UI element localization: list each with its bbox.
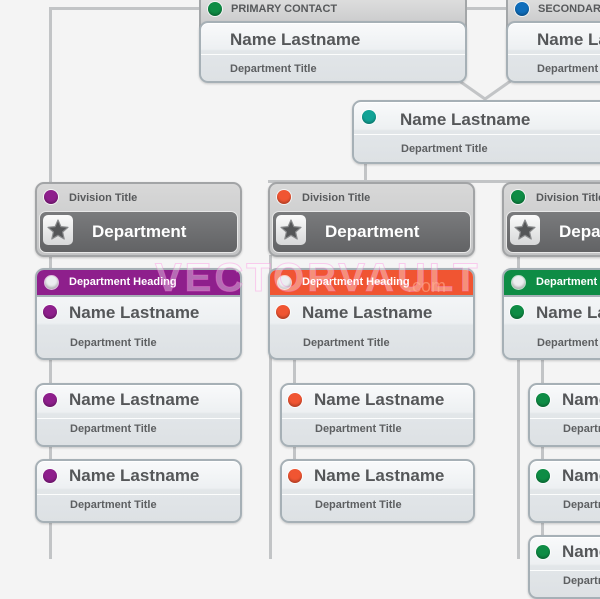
member-card[interactable]: Name Lastname Department Title	[528, 383, 600, 447]
person-name: Name Lastname	[230, 30, 361, 49]
person-name: Name Lastname	[537, 30, 600, 49]
person-title: Department Title	[70, 337, 157, 349]
assistant-card[interactable]: Name Lastname Department Title	[352, 100, 600, 164]
department-label: Department	[325, 222, 420, 241]
secondary-contact-body: Name Lastname Department Title	[506, 21, 600, 83]
department-heading-card[interactable]: Department Heading Name Lastname Departm…	[35, 268, 242, 360]
division-card[interactable]: Division Title Department	[502, 182, 600, 257]
department-heading: Department Heading	[536, 276, 600, 288]
status-dot-teal	[362, 110, 376, 124]
status-dot-white	[45, 276, 58, 289]
status-dot-orange	[277, 190, 291, 204]
department-bar: Department	[39, 211, 238, 253]
person-title: Department Title	[563, 499, 600, 511]
person-title: Department Title	[70, 499, 157, 511]
person-title: Department Title	[563, 423, 600, 435]
person-title: Department Title	[315, 423, 402, 435]
person-title: Department Title	[230, 63, 317, 75]
person-title: Department Title	[537, 63, 600, 75]
star-icon	[276, 215, 306, 245]
status-dot-white	[512, 276, 525, 289]
department-bar: Department	[272, 211, 471, 253]
status-dot-purple	[43, 305, 57, 319]
person-name: Name Lastname	[562, 466, 600, 485]
status-dot-green	[510, 305, 524, 319]
division-title: Division Title	[69, 192, 138, 204]
division-card[interactable]: Division Title Department	[35, 182, 242, 257]
department-heading-card[interactable]: Department Heading Name Lastname Departm…	[268, 268, 475, 360]
status-dot-white	[278, 276, 291, 289]
primary-contact-body: Name Lastname Department Title	[199, 21, 467, 83]
division-card[interactable]: Division Title Department	[268, 182, 475, 257]
person-name: Name Lastname	[562, 542, 600, 561]
secondary-contact-label: SECONDARY CONTACT	[538, 3, 600, 15]
department-bar: Department	[506, 211, 600, 253]
connector-line	[466, 7, 508, 10]
member-card[interactable]: Name Lastname Department Title	[280, 459, 475, 523]
member-card[interactable]: Name Lastname Department Title	[528, 535, 600, 599]
person-title: Department Title	[563, 575, 600, 587]
department-label: Department	[559, 222, 600, 241]
person-name: Name Lastname	[302, 303, 433, 322]
status-dot-green	[511, 190, 525, 204]
member-card[interactable]: Name Lastname Department Title	[280, 383, 475, 447]
person-title: Department Title	[401, 143, 488, 155]
status-dot-purple	[44, 190, 58, 204]
status-dot-green	[536, 469, 550, 483]
member-card[interactable]: Name Lastname Department Title	[35, 459, 242, 523]
star-icon	[510, 215, 540, 245]
status-dot-green	[536, 545, 550, 559]
person-name: Name Lastname	[400, 110, 531, 129]
connector-chevron	[457, 78, 513, 101]
status-dot-orange	[288, 469, 302, 483]
member-card[interactable]: Name Lastname Department Title	[528, 459, 600, 523]
connector-line	[49, 7, 201, 10]
star-icon	[43, 215, 73, 245]
division-title: Division Title	[302, 192, 371, 204]
status-dot-orange	[276, 305, 290, 319]
primary-contact-label: PRIMARY CONTACT	[231, 3, 338, 15]
department-heading: Department Heading	[69, 276, 177, 288]
department-label: Department	[92, 222, 187, 241]
person-name: Name Lastname	[314, 390, 445, 409]
person-name: Name Lastname	[69, 466, 200, 485]
status-dot-orange	[288, 393, 302, 407]
department-heading-card[interactable]: Department Heading Name Lastname Departm…	[502, 268, 600, 360]
person-name: Name Lastname	[314, 466, 445, 485]
department-heading: Department Heading	[302, 276, 410, 288]
status-dot-green	[208, 2, 222, 16]
person-title: Department Title	[303, 337, 390, 349]
member-card[interactable]: Name Lastname Department Title	[35, 383, 242, 447]
connector-line	[49, 7, 52, 183]
division-title: Division Title	[536, 192, 600, 204]
person-title: Department Title	[537, 337, 600, 349]
person-title: Department Title	[70, 423, 157, 435]
status-dot-green	[536, 393, 550, 407]
person-name: Name Lastname	[562, 390, 600, 409]
person-name: Name Lastname	[69, 303, 200, 322]
status-dot-purple	[43, 393, 57, 407]
person-title: Department Title	[315, 499, 402, 511]
status-dot-purple	[43, 469, 57, 483]
status-dot-blue	[515, 2, 529, 16]
person-name: Name Lastname	[69, 390, 200, 409]
person-name: Name Lastname	[536, 303, 600, 322]
